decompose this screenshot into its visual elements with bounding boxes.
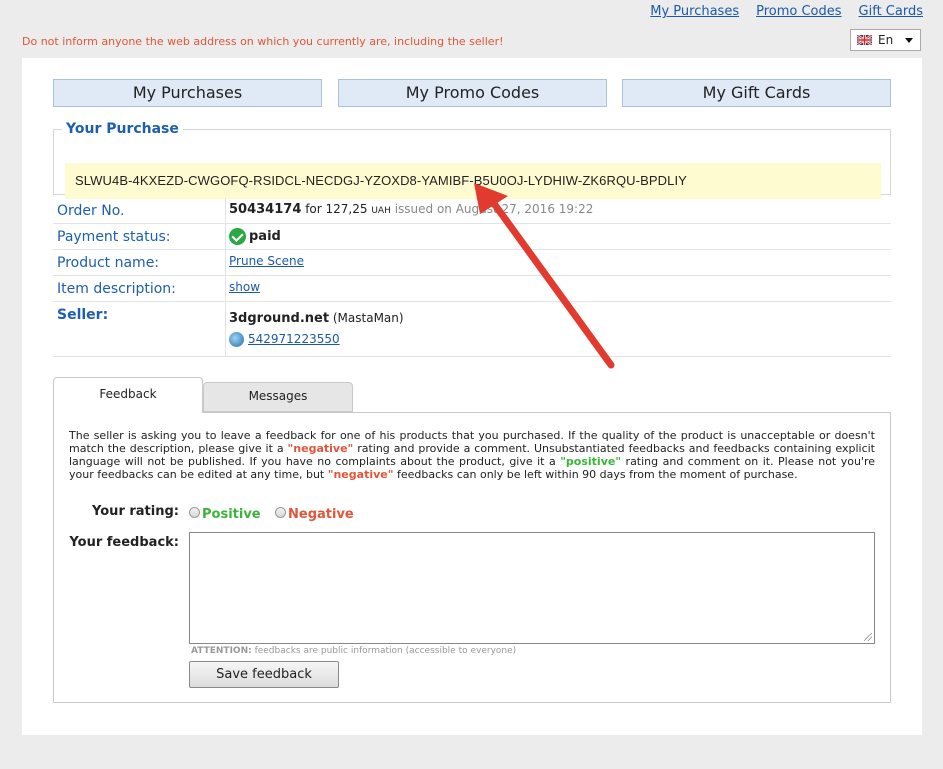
seller-wmid-link[interactable]: 542971223550 [248, 332, 340, 346]
payment-status: paid [249, 229, 281, 244]
seller-name: 3dground.net [229, 311, 330, 326]
item-description-row: Item description: show [53, 276, 891, 302]
payment-status-label: Payment status: [57, 229, 171, 245]
rating-positive-radio[interactable]: Positive [189, 507, 261, 522]
main-panel: My Purchases My Promo Codes My Gift Card… [22, 58, 922, 735]
attention-note: ATTENTION: feedbacks are public informat… [191, 646, 517, 656]
language-value: En [878, 33, 894, 47]
rating-negative-radio[interactable]: Negative [275, 507, 354, 522]
uk-flag-icon [857, 35, 872, 45]
product-name-label: Product name: [57, 255, 160, 271]
seller-label: Seller: [57, 307, 109, 323]
feedback-panel: The seller is asking you to leave a feed… [53, 412, 891, 703]
order-info-table: Order No. 50434174 for 127,25 UAH issued… [53, 198, 891, 357]
item-description-label: Item description: [57, 281, 176, 297]
product-key[interactable]: SLWU4B-4KXEZD-CWGOFQ-RSIDCL-NECDGJ-YZOXD… [65, 163, 881, 199]
tab-feedback[interactable]: Feedback [53, 377, 203, 413]
top-link-my-purchases[interactable]: My Purchases [650, 4, 739, 19]
order-amount: for 127,25 [305, 202, 368, 216]
rating-label: Your rating: [92, 504, 179, 519]
show-description-link[interactable]: show [229, 280, 260, 294]
order-number-label: Order No. [57, 203, 125, 219]
your-purchase-title: Your Purchase [66, 121, 179, 137]
product-name-link[interactable]: Prune Scene [229, 254, 304, 268]
resize-grip-icon[interactable] [864, 633, 872, 641]
top-links: My Purchases Promo Codes Gift Cards [650, 4, 923, 19]
security-warning: Do not inform anyone the web address on … [22, 35, 504, 48]
order-issued-date: issued on August 27, 2016 19:22 [394, 202, 594, 216]
seller-row: Seller: 3dground.net (MastaMan) 54297122… [53, 302, 891, 357]
my-gift-cards-button[interactable]: My Gift Cards [622, 79, 891, 107]
feedback-textarea[interactable] [189, 532, 875, 644]
webmoney-globe-icon [229, 332, 244, 347]
order-currency: UAH [371, 206, 391, 216]
top-link-gift-cards[interactable]: Gift Cards [859, 4, 923, 19]
rating-positive-label: Positive [202, 507, 261, 522]
rating-negative-label: Negative [288, 507, 354, 522]
seller-alias: (MastaMan) [332, 311, 404, 325]
language-select[interactable]: En [850, 29, 921, 51]
order-number: 50434174 [229, 202, 302, 217]
save-feedback-button[interactable]: Save feedback [189, 661, 339, 688]
order-number-row: Order No. 50434174 for 127,25 UAH issued… [53, 198, 891, 224]
top-link-promo-codes[interactable]: Promo Codes [756, 4, 841, 19]
my-promo-codes-button[interactable]: My Promo Codes [338, 79, 607, 107]
my-purchases-button[interactable]: My Purchases [53, 79, 322, 107]
feedback-label: Your feedback: [69, 535, 179, 550]
product-name-row: Product name: Prune Scene [53, 250, 891, 276]
feedback-instructions: The seller is asking you to leave a feed… [69, 429, 875, 481]
radio-icon [189, 507, 200, 518]
tab-messages[interactable]: Messages [203, 382, 353, 412]
your-purchase-box: Your Purchase SLWU4B-4KXEZD-CWGOFQ-RSIDC… [53, 121, 891, 199]
check-circle-icon [229, 228, 246, 245]
chevron-down-icon [905, 38, 913, 43]
payment-status-row: Payment status: paid [53, 224, 891, 250]
radio-icon [275, 507, 286, 518]
